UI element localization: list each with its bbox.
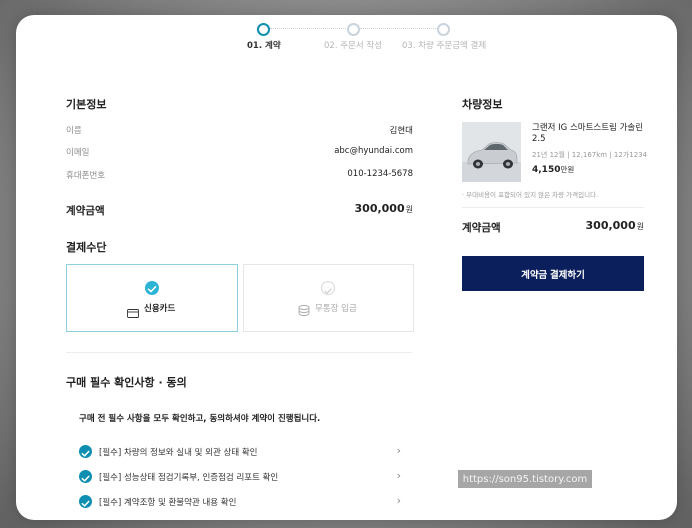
- agree-check-icon: [79, 445, 92, 458]
- agreement-title: 구매 필수 확인사항 · 동의: [66, 376, 187, 389]
- payment-method-title: 결제수단: [66, 241, 107, 254]
- stepper-line: [270, 28, 352, 29]
- vehicle-contract-amount-number: 300,000: [585, 219, 636, 232]
- chevron-right-icon: ›: [396, 469, 401, 482]
- step-label-2: 02. 주문서 작성: [324, 41, 383, 51]
- phone-value: 010-1234-5678: [347, 169, 413, 179]
- agreement-item-vehicle-condition[interactable]: [필수] 차량의 정보와 실내 및 외관 상태 확인 ›: [79, 444, 401, 460]
- vehicle-contract-amount-value: 300,000원: [586, 219, 644, 232]
- payment-option-card[interactable]: 신용카드: [66, 264, 238, 332]
- section-divider: [66, 352, 412, 353]
- vehicle-info-title: 차량정보: [462, 98, 503, 111]
- vehicle-divider: [462, 207, 644, 208]
- agreement-item-label: [필수] 차량의 정보와 실내 및 외관 상태 확인: [99, 448, 258, 458]
- step-label-1: 01. 계약: [247, 41, 281, 51]
- vehicle-thumbnail: [462, 122, 521, 182]
- agreement-item-inspection-report[interactable]: [필수] 성능상태 점검기록부, 인증점검 리포트 확인 ›: [79, 469, 401, 485]
- selected-check-icon: [145, 281, 159, 295]
- unselected-check-icon: [321, 281, 335, 295]
- step-dot-1: [257, 23, 270, 36]
- contract-amount-unit: 원: [405, 205, 413, 214]
- vehicle-meta: 21년 12월 | 12,167km | 12가1234: [532, 151, 648, 159]
- blog-watermark: https://son95.tistory.com: [458, 470, 592, 488]
- payment-option-bank[interactable]: 무통장 입금: [243, 264, 414, 332]
- vehicle-price-note: · 부대비용이 포함되어 있지 않은 차량 가격입니다.: [462, 191, 599, 199]
- step-label-3: 03. 차량 주문금액 결제: [402, 41, 487, 51]
- step-dot-3: [437, 23, 450, 36]
- agreement-item-refund-terms[interactable]: [필수] 계약조항 및 환불약관 내용 확인 ›: [79, 494, 401, 510]
- stepper-line: [360, 28, 442, 29]
- basic-info-title: 기본정보: [66, 98, 107, 111]
- contract-page: 01. 계약 02. 주문서 작성 03. 차량 주문금액 결제 기본정보 이름…: [16, 15, 677, 520]
- vehicle-price-unit: 만원: [560, 165, 575, 174]
- contract-amount-value: 300,000원: [355, 202, 413, 215]
- vehicle-name: 그랜저 IG 스마트스트림 가솔린 2.5: [532, 123, 644, 144]
- agree-check-icon: [79, 495, 92, 508]
- vehicle-price-number: 4,150: [532, 165, 561, 175]
- coins-icon: [298, 301, 310, 316]
- vehicle-contract-amount-label: 계약금액: [462, 222, 501, 234]
- pay-deposit-button[interactable]: 계약금 결제하기: [462, 256, 644, 291]
- agreement-notice: 구매 전 필수 사항을 모두 확인하고, 동의하셔야 계약이 진행됩니다.: [79, 414, 321, 424]
- chevron-right-icon: ›: [396, 444, 401, 457]
- name-value: 김현대: [389, 126, 413, 136]
- agree-check-icon: [79, 470, 92, 483]
- credit-card-icon: [127, 303, 139, 318]
- payment-option-card-label: 신용카드: [144, 304, 176, 314]
- agreement-item-label: [필수] 성능상태 점검기록부, 인증점검 리포트 확인: [99, 473, 279, 483]
- agreement-item-label: [필수] 계약조항 및 환불약관 내용 확인: [99, 498, 237, 508]
- vehicle-price: 4,150만원: [532, 164, 574, 175]
- payment-option-bank-label: 무통장 입금: [315, 304, 357, 314]
- chevron-right-icon: ›: [396, 494, 401, 507]
- contract-amount-number: 300,000: [354, 202, 405, 215]
- email-label: 이메일: [66, 148, 90, 158]
- phone-label: 휴대폰번호: [66, 171, 106, 181]
- vehicle-contract-amount-unit: 원: [636, 222, 644, 231]
- email-value: abc@hyundai.com: [334, 146, 413, 156]
- contract-amount-label: 계약금액: [66, 205, 105, 217]
- step-dot-2: [347, 23, 360, 36]
- name-label: 이름: [66, 126, 82, 136]
